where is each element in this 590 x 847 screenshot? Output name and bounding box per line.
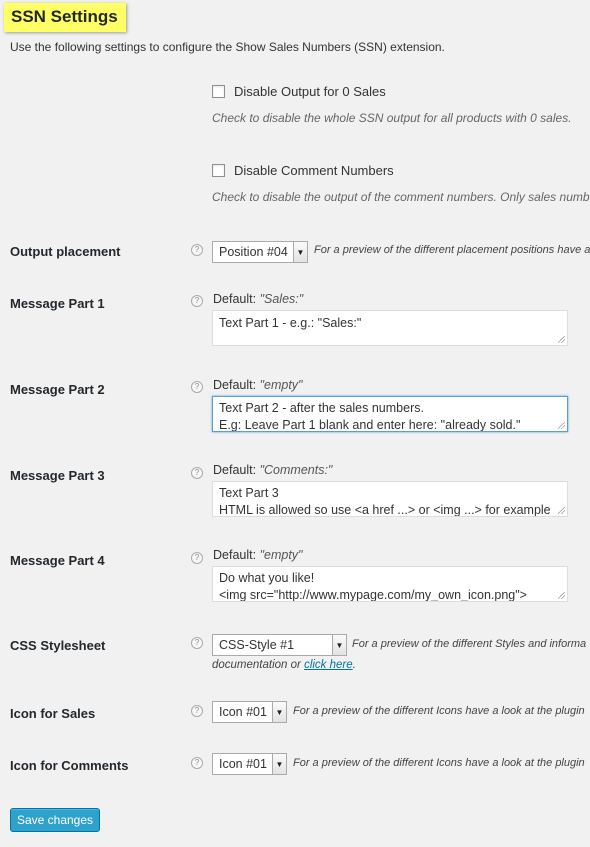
disable-zero-sales-checkbox[interactable] [212, 85, 225, 98]
chevron-down-icon: ▼ [293, 242, 307, 262]
checkbox-description: Check to disable the output of the comme… [212, 190, 590, 204]
default-prefix: Default: [213, 378, 257, 392]
message-part-4-label: Message Part 4 [10, 553, 105, 568]
icon-for-sales-note: For a preview of the different Icons hav… [293, 705, 585, 717]
default-hint: Default: "Sales:" [213, 292, 303, 306]
message-part-3-textarea[interactable]: Text Part 3 HTML is allowed so use <a hr… [212, 481, 568, 517]
help-icon[interactable]: ? [191, 244, 203, 256]
page-title-highlight: SSN Settings [4, 3, 126, 32]
icon-for-comments-select[interactable]: Icon #01 ▼ [212, 753, 287, 775]
icon-for-comments-label: Icon for Comments [10, 758, 129, 773]
resize-grip-icon[interactable] [558, 507, 565, 514]
default-hint: Default: "empty" [213, 548, 303, 562]
output-placement-label: Output placement [10, 244, 121, 259]
icon-for-sales-select[interactable]: Icon #01 ▼ [212, 701, 287, 723]
textarea-line: Do what you like! [219, 571, 315, 585]
save-changes-button[interactable]: Save changes [10, 808, 100, 832]
default-hint: Default: "Comments:" [213, 463, 332, 477]
help-icon[interactable]: ? [191, 705, 203, 717]
help-icon[interactable]: ? [191, 295, 203, 307]
css-stylesheet-note-line2: documentation or click here. [212, 659, 356, 671]
resize-grip-icon[interactable] [558, 592, 565, 599]
note-text: documentation or [212, 659, 305, 671]
select-value: Icon #01 [219, 705, 267, 719]
chevron-down-icon: ▼ [332, 635, 346, 655]
intro-text: Use the following settings to configure … [10, 40, 445, 54]
icon-for-sales-label: Icon for Sales [10, 706, 96, 721]
default-prefix: Default: [213, 292, 257, 306]
help-icon[interactable]: ? [191, 467, 203, 479]
textarea-line: Text Part 2 - after the sales numbers. [219, 401, 424, 415]
help-icon[interactable]: ? [191, 552, 203, 564]
default-prefix: Default: [213, 548, 257, 562]
css-stylesheet-label: CSS Stylesheet [10, 638, 106, 653]
default-value: "empty" [259, 548, 303, 562]
output-placement-note: For a preview of the different placement… [314, 244, 590, 256]
select-value: Icon #01 [219, 757, 267, 771]
checkbox-label: Disable Output for 0 Sales [234, 84, 386, 99]
checkbox-label: Disable Comment Numbers [234, 163, 394, 178]
page-title: SSN Settings [11, 7, 118, 26]
chevron-down-icon: ▼ [272, 702, 286, 722]
note-text: . [352, 659, 356, 671]
help-icon[interactable]: ? [191, 757, 203, 769]
checkbox-row-disable-zero-sales[interactable]: Disable Output for 0 Sales [212, 84, 386, 99]
textarea-line: Text Part 1 - e.g.: "Sales:" [219, 316, 362, 330]
click-here-link[interactable]: click here [304, 659, 353, 671]
default-hint: Default: "empty" [213, 378, 303, 392]
message-part-4-textarea[interactable]: Do what you like! <img src="http://www.m… [212, 566, 568, 602]
chevron-down-icon: ▼ [272, 754, 286, 774]
default-value: "Sales:" [259, 292, 304, 306]
message-part-3-label: Message Part 3 [10, 468, 105, 483]
icon-for-comments-note: For a preview of the different Icons hav… [293, 757, 585, 769]
disable-comment-numbers-checkbox[interactable] [212, 164, 225, 177]
resize-grip-icon[interactable] [558, 422, 565, 429]
help-icon[interactable]: ? [191, 637, 203, 649]
output-placement-select[interactable]: Position #04 ▼ [212, 241, 308, 263]
message-part-2-label: Message Part 2 [10, 382, 105, 397]
css-stylesheet-select[interactable]: CSS-Style #1 ▼ [212, 634, 347, 656]
textarea-line: E.g: Leave Part 1 blank and enter here: … [219, 418, 521, 432]
help-icon[interactable]: ? [191, 381, 203, 393]
textarea-line: <img src="http://www.mypage.com/my_own_i… [219, 588, 527, 602]
resize-grip-icon[interactable] [558, 336, 565, 343]
select-value: Position #04 [219, 245, 288, 259]
css-stylesheet-note: For a preview of the different Styles an… [352, 638, 587, 650]
select-value: CSS-Style #1 [219, 638, 295, 652]
textarea-line: HTML is allowed so use <a href ...> or <… [219, 503, 551, 517]
default-value: "Comments:" [259, 463, 333, 477]
default-prefix: Default: [213, 463, 257, 477]
textarea-line: Text Part 3 [219, 486, 279, 500]
message-part-2-textarea[interactable]: Text Part 2 - after the sales numbers. E… [212, 396, 568, 432]
message-part-1-label: Message Part 1 [10, 296, 105, 311]
checkbox-description: Check to disable the whole SSN output fo… [212, 111, 572, 125]
checkbox-row-disable-comment-numbers[interactable]: Disable Comment Numbers [212, 163, 394, 178]
message-part-1-textarea[interactable]: Text Part 1 - e.g.: "Sales:" [212, 310, 568, 346]
default-value: "empty" [259, 378, 303, 392]
